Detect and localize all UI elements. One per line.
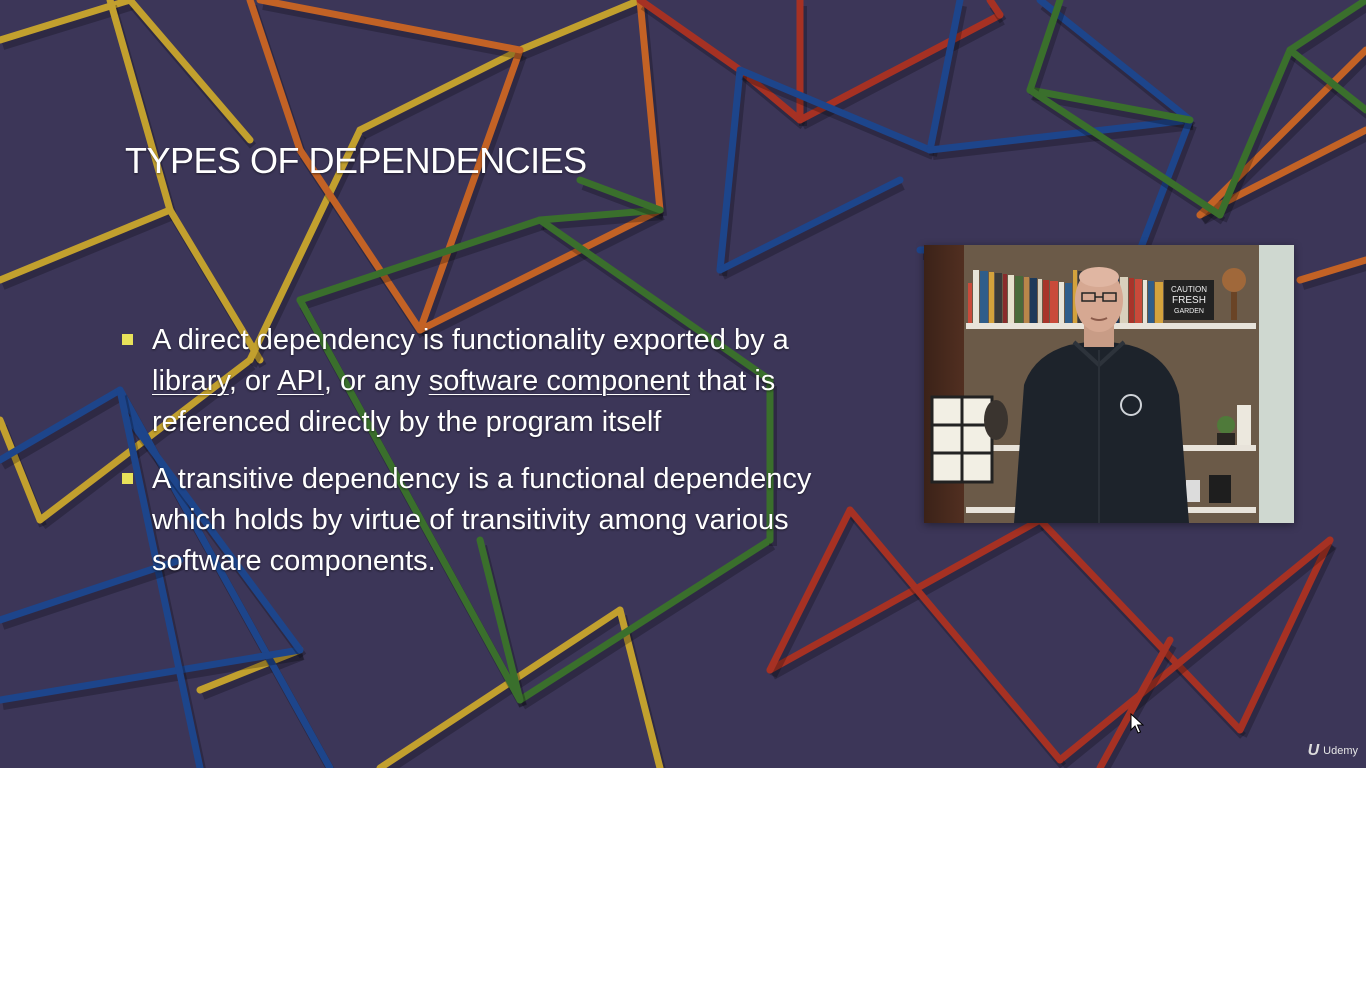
mouse-cursor-icon [1130, 713, 1144, 734]
webcam-video: CAUTION FRESH GARDEN [924, 245, 1294, 523]
bullet-item: A direct dependency is functionality exp… [120, 320, 880, 443]
book [1143, 280, 1147, 323]
udemy-watermark: U Udemy [1308, 742, 1358, 760]
book [1059, 282, 1064, 323]
linked-term: software component [428, 365, 690, 397]
video-player[interactable]: TYPES OF DEPENDENCIES A direct dependenc… [0, 0, 1366, 768]
book [1030, 278, 1037, 323]
sign-line-3: GARDEN [1174, 308, 1204, 315]
page-blank-area [0, 768, 1366, 1008]
book [989, 272, 994, 323]
book [1015, 276, 1023, 323]
book [1043, 280, 1049, 323]
linked-term: API [277, 365, 324, 397]
bullet-text: , or [228, 365, 278, 397]
bullet-text: A direct dependency is functionality exp… [152, 324, 789, 356]
bullet-text: A transitive dependency is a functional … [152, 463, 812, 577]
bullet-marker-icon [122, 334, 133, 345]
book [980, 271, 988, 323]
book [973, 270, 979, 323]
watermark-brand: Udemy [1323, 745, 1358, 757]
bullet-item: A transitive dependency is a functional … [120, 459, 880, 582]
book [1008, 275, 1014, 323]
linked-term: library [152, 365, 229, 397]
udemy-logo-icon: U [1307, 742, 1320, 759]
book [968, 283, 972, 323]
bullet-list: A direct dependency is functionality exp… [120, 320, 880, 598]
book [1135, 279, 1142, 323]
sign-line-1: CAUTION [1171, 285, 1207, 294]
book [1024, 277, 1029, 323]
book [1129, 278, 1134, 323]
book [1038, 279, 1042, 323]
bullet-text: , or any [323, 365, 429, 397]
book [1065, 283, 1072, 323]
book [1155, 282, 1163, 323]
slide-title: TYPES OF DEPENDENCIES [125, 140, 587, 181]
book [1003, 274, 1007, 323]
book [1148, 281, 1154, 323]
bullet-marker-icon [122, 473, 133, 484]
book [995, 273, 1002, 323]
sign-line-2: FRESH [1172, 295, 1206, 306]
presenter-image: CAUTION FRESH GARDEN [924, 245, 1294, 523]
book [1050, 281, 1058, 323]
